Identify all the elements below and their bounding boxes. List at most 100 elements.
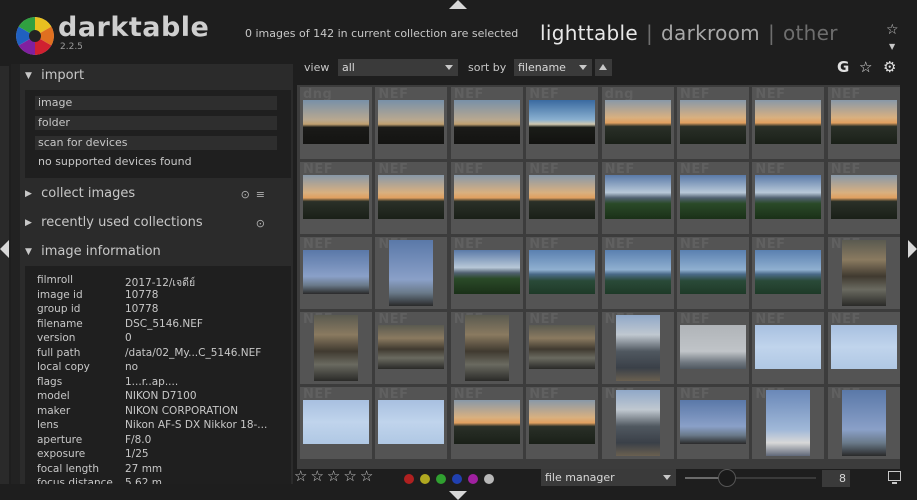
color-label-dot[interactable] — [452, 474, 462, 484]
display-profile-icon[interactable] — [888, 471, 901, 484]
collapse-top-arrow-icon[interactable] — [449, 0, 467, 9]
grouping-icon[interactable]: G — [837, 58, 849, 76]
thumbnail-image — [615, 390, 660, 456]
thumbnail-cell[interactable]: NEF — [752, 87, 825, 159]
thumbnail-image — [389, 240, 434, 306]
sort-select[interactable]: filename — [514, 59, 592, 76]
left-panel-scrollbar[interactable] — [11, 64, 20, 484]
thumbnail-cell[interactable]: NEF — [752, 162, 825, 234]
info-key: exposure — [37, 448, 86, 460]
gear-icon[interactable]: ⚙ — [883, 58, 896, 76]
info-key: focal length — [37, 462, 100, 475]
view-filter-select[interactable]: all — [338, 59, 458, 76]
thumbnail-cell[interactable]: NEF — [300, 162, 372, 234]
module-collect-header[interactable]: ▶ collect images ⊙≡ — [25, 186, 291, 208]
thumbnail-cell[interactable]: NEF — [526, 87, 599, 159]
sort-direction-button[interactable] — [595, 59, 612, 76]
thumbnail-cell[interactable]: NEF — [450, 387, 523, 459]
thumbnail-cell[interactable]: NEF — [827, 162, 900, 234]
thumbnail-cell[interactable]: NEF — [601, 387, 674, 459]
import-folder-button[interactable]: folder — [35, 116, 277, 130]
thumbnail-cell[interactable]: NEF — [300, 387, 372, 459]
thumbnail-cell[interactable]: NEF — [450, 312, 523, 384]
scan-devices-button[interactable]: scan for devices — [35, 136, 277, 150]
star-icon[interactable]: ☆ — [360, 467, 376, 485]
view-other[interactable]: other — [783, 21, 838, 45]
thumbnail-cell[interactable]: NEF — [375, 87, 448, 159]
zoom-entry[interactable]: 8 — [822, 470, 850, 487]
color-label-dot[interactable] — [468, 474, 478, 484]
star-icon[interactable]: ☆ — [343, 467, 359, 485]
thumbnail-cell[interactable]: NEF — [752, 387, 825, 459]
star-icon[interactable]: ☆ — [294, 467, 310, 485]
favorite-star-icon[interactable]: ☆ — [886, 22, 899, 38]
thumbnail-cell[interactable]: NEF — [827, 312, 900, 384]
dropdown-arrow-icon — [445, 65, 453, 70]
thumbnail-cell[interactable]: NEF — [752, 237, 825, 309]
thumbnail-cell[interactable]: dng — [601, 87, 674, 159]
thumbnail-cell[interactable]: NEF — [601, 237, 674, 309]
thumbnail-cell[interactable]: NEF — [677, 87, 749, 159]
module-import-header[interactable]: ▼ import — [25, 68, 291, 90]
thumbnail-cell[interactable]: NEF — [677, 237, 749, 309]
color-label-dot[interactable] — [404, 474, 414, 484]
thumbnail-cell[interactable]: NEF — [450, 162, 523, 234]
reset-icon[interactable]: ⊙ — [256, 217, 271, 230]
module-recent-header[interactable]: ▶ recently used collections ⊙ — [25, 215, 291, 237]
thumbnail-image — [453, 100, 520, 144]
star-icon[interactable]: ☆ — [310, 467, 326, 485]
color-label-dot[interactable] — [484, 474, 494, 484]
thumbnail-cell[interactable]: NEF — [677, 387, 749, 459]
view-lighttable[interactable]: lighttable — [540, 21, 638, 45]
thumbnail-cell[interactable]: NEF — [526, 237, 599, 309]
thumbnail-cell[interactable]: NEF — [752, 312, 825, 384]
thumbnail-cell[interactable]: NEF — [827, 237, 900, 309]
thumbnail-image — [378, 400, 445, 444]
bottom-bar: ☆☆☆☆☆ file manager 8 — [290, 466, 907, 492]
thumbnail-cell[interactable]: NEF — [450, 87, 523, 159]
module-imageinfo-header[interactable]: ▼ image information — [25, 244, 291, 266]
dropdown-arrow-icon — [579, 65, 587, 70]
presets-icon[interactable]: ≡ — [256, 188, 271, 201]
info-key: image id — [37, 288, 83, 301]
thumbnail-cell[interactable]: dng — [300, 87, 372, 159]
thumbnail-cell[interactable]: NEF — [827, 387, 900, 459]
import-image-button[interactable]: image — [35, 96, 277, 110]
thumbnail-cell[interactable]: NEF — [375, 162, 448, 234]
thumbnail-image — [755, 100, 822, 144]
collapse-bottom-arrow-icon[interactable] — [449, 491, 467, 500]
thumbnail-image — [841, 390, 886, 456]
collapse-left-arrow-icon[interactable] — [0, 240, 9, 258]
thumbnail-image — [529, 325, 596, 369]
thumbnail-cell[interactable]: NEF — [450, 237, 523, 309]
layout-select[interactable]: file manager — [541, 469, 676, 486]
thumbnail-cell[interactable]: NEF — [677, 312, 749, 384]
star-icon[interactable]: ☆ — [327, 467, 343, 485]
app-version: 2.2.5 — [60, 42, 83, 52]
reset-icon[interactable]: ⊙ — [241, 188, 256, 201]
module-imageinfo-body: filmroll 2017-12/เจดีย์ image id 10778 group… — [25, 266, 291, 484]
thumbnail-cell[interactable]: NEF — [300, 237, 372, 309]
thumbnail-image — [755, 250, 822, 294]
thumbnail-image — [766, 390, 811, 456]
thumbnail-cell[interactable]: NEF — [601, 312, 674, 384]
thumbnail-cell[interactable]: NEF — [375, 237, 448, 309]
thumbnail-cell[interactable]: NEF — [526, 162, 599, 234]
thumbnail-cell[interactable]: NEF — [526, 312, 599, 384]
thumbnail-image — [303, 250, 369, 294]
color-label-dot[interactable] — [420, 474, 430, 484]
collapse-right-arrow-icon[interactable] — [908, 240, 917, 258]
color-label-dot[interactable] — [436, 474, 446, 484]
thumbnail-cell[interactable]: NEF — [300, 312, 372, 384]
thumbnail-cell[interactable]: NEF — [827, 87, 900, 159]
star-icon[interactable]: ☆ — [859, 58, 872, 76]
thumbnail-cell[interactable]: NEF — [375, 312, 448, 384]
thumbnail-cell[interactable]: NEF — [526, 387, 599, 459]
thumbnail-cell[interactable]: NEF — [677, 162, 749, 234]
thumbnail-cell[interactable]: NEF — [601, 162, 674, 234]
caret-down-icon[interactable]: ▼ — [889, 42, 895, 51]
zoom-slider-track-right[interactable] — [736, 477, 816, 479]
thumbnail-cell[interactable]: NEF — [375, 387, 448, 459]
zoom-slider-knob[interactable] — [718, 469, 736, 487]
view-darkroom[interactable]: darkroom — [661, 21, 760, 45]
